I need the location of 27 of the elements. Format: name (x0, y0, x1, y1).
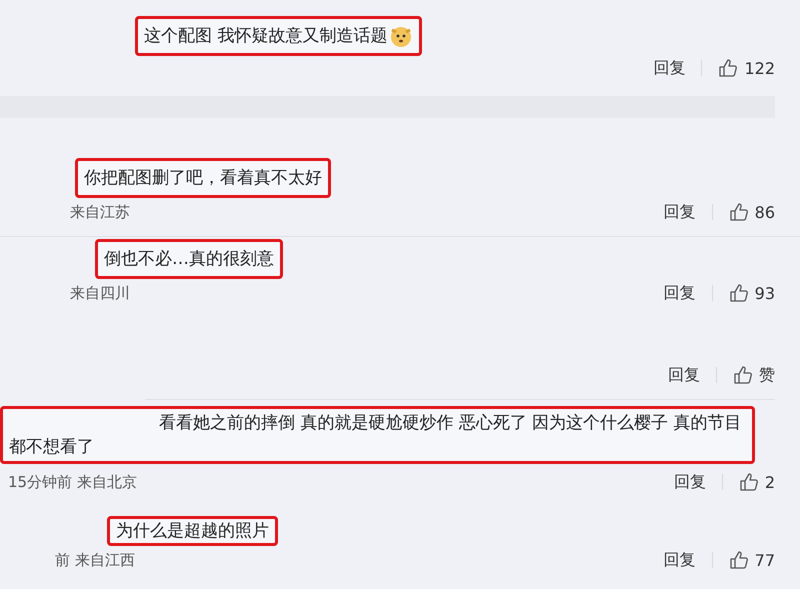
comment-text: 为什么是超越的照片 (107, 516, 278, 546)
comment-text: 看看她之前的摔倒 真的就是硬尬硬炒作 恶心死了 因为这个什么樱子 真的节目都不想看了 (0, 406, 755, 464)
comment-meta: 来自四川 (70, 284, 131, 302)
reply-button[interactable]: 回复 (674, 472, 706, 492)
reply-button[interactable]: 回复 (664, 202, 696, 222)
thumbs-up-icon (728, 202, 749, 222)
thumbs-up-icon (728, 283, 749, 303)
thumbs-up-icon (718, 58, 738, 78)
like-button[interactable]: 86 (728, 202, 775, 222)
like-button[interactable]: 赞 (733, 364, 775, 386)
like-button[interactable]: 77 (728, 550, 775, 570)
thumbs-up-icon (733, 365, 753, 385)
comment-text: 倒也不必…真的很刻意 (95, 239, 283, 279)
like-button[interactable]: 93 (728, 283, 775, 303)
comment-meta: 前 来自江西 (55, 550, 136, 570)
comment-text: 这个配图 我怀疑故意又制造话题 (135, 16, 422, 56)
comment-meta: 15分钟前 来自北京 (8, 472, 138, 492)
comment-meta: 来自江苏 (70, 202, 131, 222)
like-button[interactable]: 122 (718, 58, 775, 78)
thumbs-up-icon (728, 550, 749, 570)
reply-button[interactable]: 回复 (653, 58, 686, 78)
reply-button[interactable]: 回复 (668, 364, 700, 386)
thumbs-up-icon (738, 472, 759, 492)
like-button[interactable]: 2 (738, 472, 775, 492)
reply-button[interactable]: 回复 (664, 282, 696, 304)
comment-text: 你把配图删了吧，看着真不太好 (75, 158, 331, 198)
reply-button[interactable]: 回复 (664, 550, 696, 570)
